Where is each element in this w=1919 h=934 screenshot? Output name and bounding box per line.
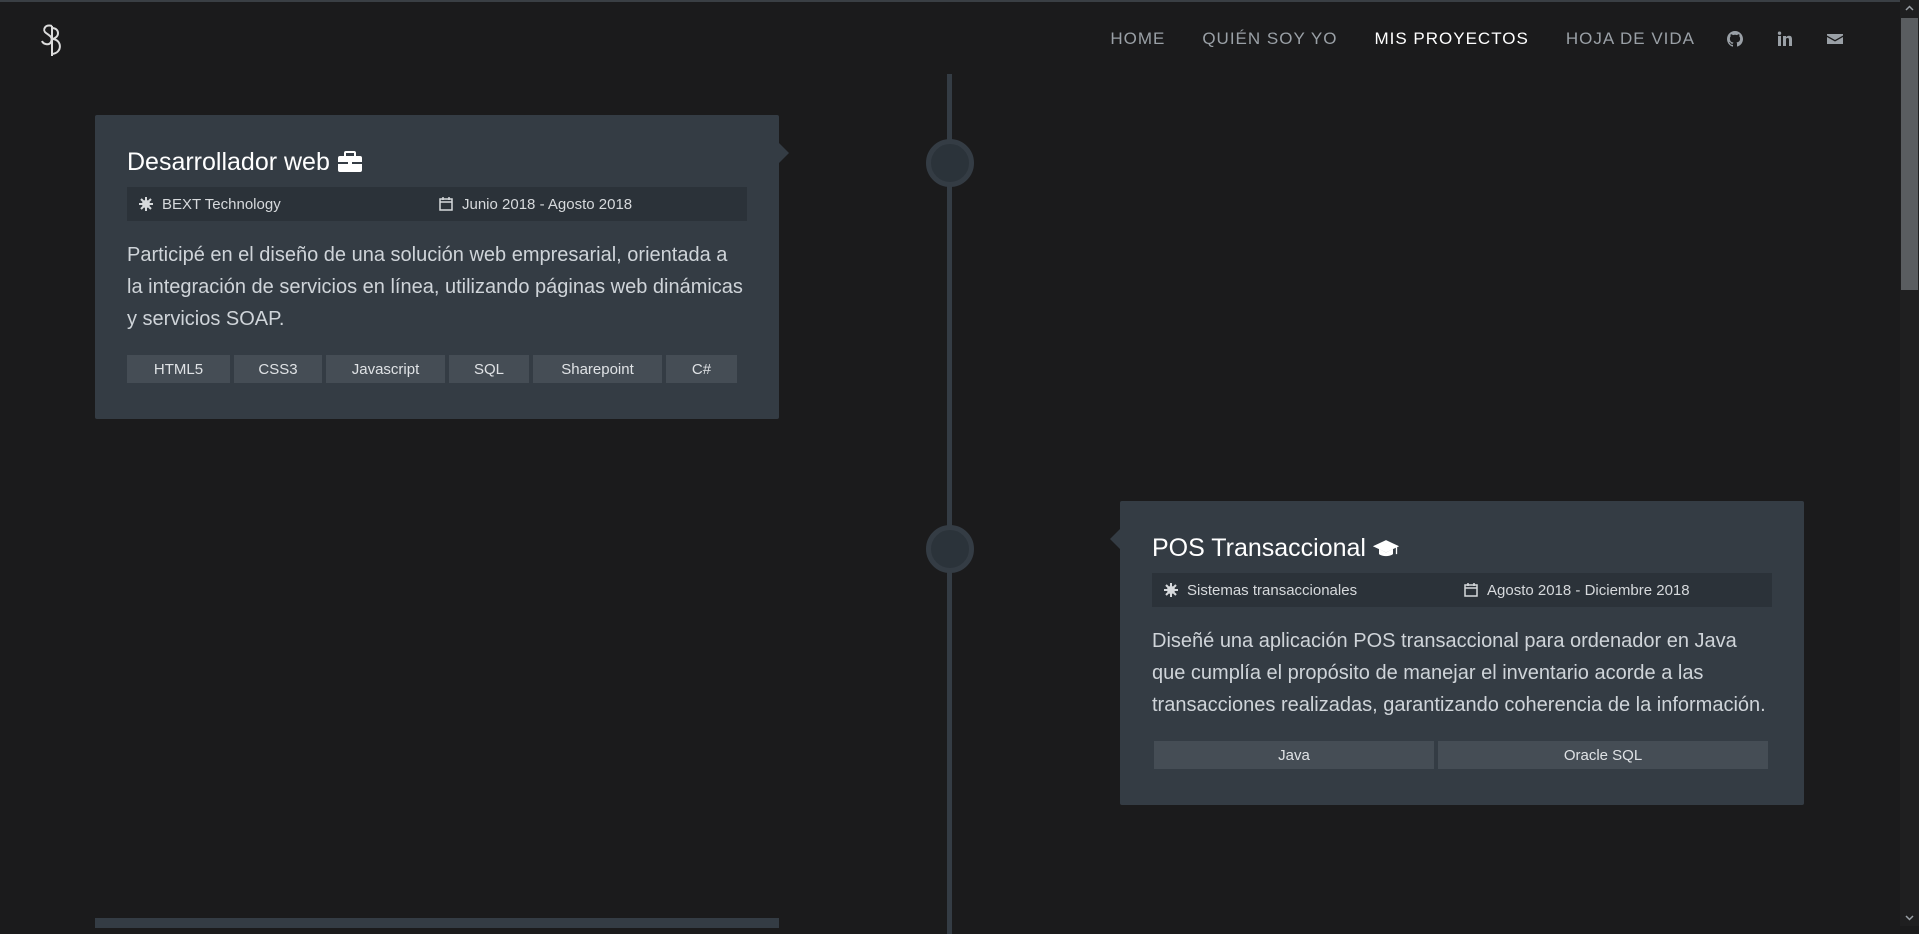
card-description: Participé en el diseño de una solución w… [127,244,743,330]
card-meta: BEXT Technology Junio 2018 - Agosto 2018 [127,187,747,221]
github-icon[interactable] [1725,29,1745,49]
tag: C# [666,355,737,383]
card-title: POS Transaccional [1152,531,1772,565]
gear-icon [139,197,153,211]
tag: Java [1154,741,1434,769]
scrollbar[interactable] [1900,0,1919,926]
timeline-dot [926,525,974,573]
tech-tags: HTML5 CSS3 Javascript SQL Sharepoint C# [127,355,747,383]
company-name: BEXT Technology [162,195,281,213]
tag: SQL [449,355,529,383]
card-meta: Sistemas transaccionales Agosto 2018 - D… [1152,573,1772,607]
company-name: Sistemas transaccionales [1187,581,1358,599]
top-border [0,0,1919,2]
linkedin-icon[interactable] [1775,29,1795,49]
experience-card: Desarrollador web BEXT Technology Junio … [95,115,789,419]
scroll-thumb[interactable] [1901,18,1918,290]
scroll-down-icon[interactable] [1903,911,1916,924]
calendar-icon [1464,583,1478,597]
nav-home[interactable]: HOME [1110,24,1165,54]
tag: Sharepoint [533,355,662,383]
tag: CSS3 [234,355,322,383]
date-range: Agosto 2018 - Diciembre 2018 [1487,581,1690,599]
dates: Agosto 2018 - Diciembre 2018 [1464,582,1690,599]
card-description: Diseñé una aplicación POS transaccional … [1152,630,1766,716]
graduation-cap-icon [1372,540,1400,557]
company: Sistemas transaccionales [1152,582,1464,599]
briefcase-icon [337,151,362,172]
dates: Junio 2018 - Agosto 2018 [439,196,632,213]
card-title-text: Desarrollador web [127,148,330,176]
tag: HTML5 [127,355,230,383]
timeline-dot [926,139,974,187]
next-card-edge [95,918,779,928]
nav-hoja-de-vida[interactable]: HOJA DE VIDA [1566,24,1695,54]
card-title-text: POS Transaccional [1152,534,1366,562]
tag: Oracle SQL [1438,741,1768,769]
envelope-icon[interactable] [1825,29,1845,49]
calendar-icon [439,197,453,211]
nav-quien-soy-yo[interactable]: QUIÉN SOY YO [1202,24,1337,54]
date-range: Junio 2018 - Agosto 2018 [462,195,633,213]
scroll-up-icon[interactable] [1903,2,1916,15]
main-nav: HOME QUIÉN SOY YO MIS PROYECTOS HOJA DE … [1073,24,1845,54]
card-title: Desarrollador web [127,145,747,179]
gear-icon [1164,583,1178,597]
tag: Javascript [326,355,445,383]
nav-mis-proyectos[interactable]: MIS PROYECTOS [1374,24,1528,54]
timeline-line [947,74,952,934]
tech-tags: Java Oracle SQL [1152,741,1772,769]
company: BEXT Technology [127,196,439,213]
sb-logo[interactable] [38,22,68,60]
experience-card: POS Transaccional Sistemas transaccional… [1110,501,1804,805]
